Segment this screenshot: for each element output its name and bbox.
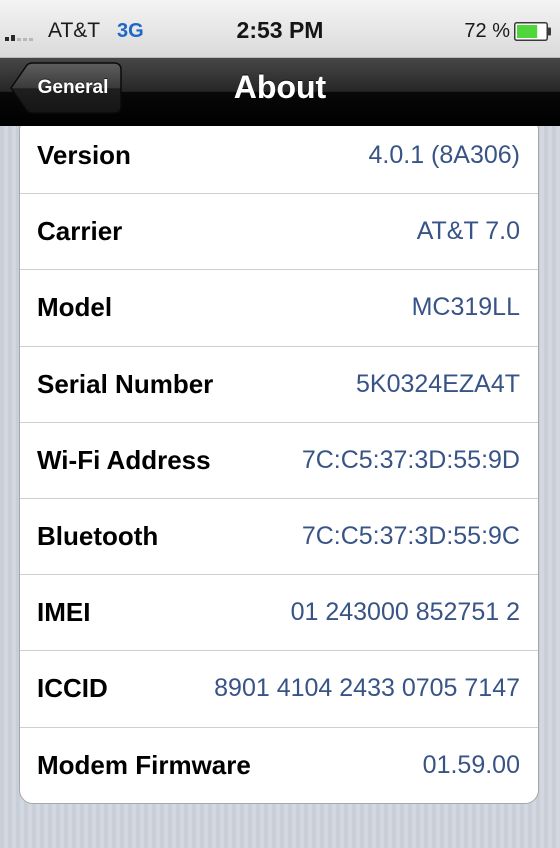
row-label: Model: [37, 292, 113, 323]
row-label: Carrier: [37, 216, 123, 247]
battery-icon: [514, 22, 552, 41]
back-button-label: General: [37, 77, 109, 98]
row-value: 4.0.1 (8A306): [368, 140, 521, 169]
row-label: Wi-Fi Address: [37, 444, 211, 475]
info-row: Modem Firmware 01.59.00: [20, 726, 538, 803]
row-value: MC319LL: [411, 293, 520, 322]
row-value: 01.59.00: [422, 750, 520, 779]
info-row: Serial Number 5K0324EZA4T: [20, 345, 538, 422]
info-row: Bluetooth 7C:C5:37:3D:55:9C: [20, 497, 538, 574]
back-button[interactable]: General: [10, 62, 122, 114]
page-title: About: [233, 69, 327, 105]
info-row: Wi-Fi Address 7C:C5:37:3D:55:9D: [20, 421, 538, 498]
status-bar: AT&T 3G 2:53 PM 72 %: [0, 0, 560, 58]
row-label: Serial Number: [37, 368, 214, 399]
row-value: AT&T 7.0: [416, 217, 520, 246]
battery-percent: 72 %: [464, 20, 510, 42]
row-value: 5K0324EZA4T: [356, 369, 520, 398]
info-row: IMEI 01 243000 852751 2: [20, 574, 538, 650]
row-label: Modem Firmware: [37, 749, 251, 780]
row-value: 01 243000 852751 2: [290, 598, 520, 627]
row-value: 7C:C5:37:3D:55:9C: [301, 522, 520, 551]
info-row: Model MC319LL: [20, 269, 538, 345]
info-row: ICCID 8901 4104 2433 0705 7147: [20, 650, 538, 726]
info-row: Carrier AT&T 7.0: [20, 193, 538, 269]
row-label: Version: [37, 139, 131, 170]
row-label: ICCID: [37, 673, 108, 704]
row-label: IMEI: [37, 597, 91, 628]
about-info-group: Version 4.0.1 (8A306) Carrier AT&T 7.0 Model…: [19, 126, 539, 804]
content-area: Version 4.0.1 (8A306) Carrier AT&T 7.0 Model…: [0, 126, 560, 848]
row-label: Bluetooth: [37, 521, 159, 552]
row-value: 7C:C5:37:3D:55:9D: [301, 445, 520, 474]
info-row: Version 4.0.1 (8A306): [20, 126, 538, 193]
row-value: 8901 4104 2433 0705 7147: [214, 674, 520, 703]
